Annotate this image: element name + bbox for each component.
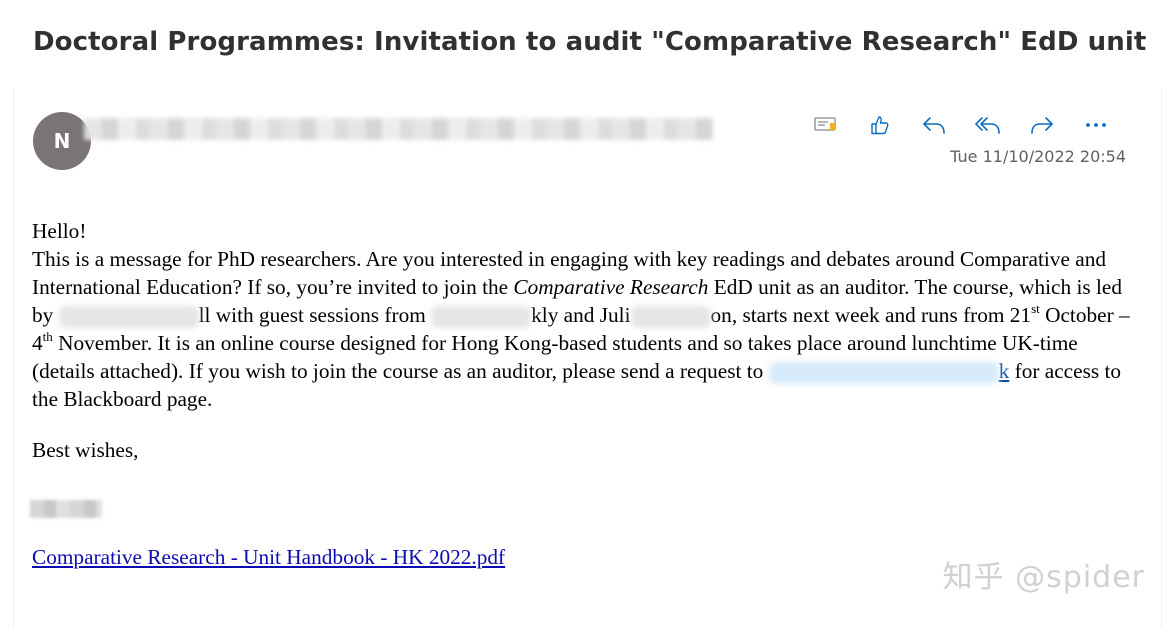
message-timestamp: Tue 11/10/2022 20:54 [950, 147, 1126, 166]
more-options-icon[interactable] [1069, 112, 1123, 138]
sensitivity-label-icon[interactable] [799, 112, 853, 138]
like-icon[interactable] [853, 112, 907, 138]
body-text: ll with guest sessions from [198, 303, 432, 327]
redacted-email-link[interactable] [768, 362, 999, 385]
sender-name-redacted[interactable] [84, 118, 714, 140]
reply-all-icon[interactable] [961, 112, 1015, 138]
email-link[interactable]: k [999, 359, 1010, 383]
ordinal-suffix: th [42, 328, 53, 344]
closing-text: Best wishes, [32, 438, 139, 462]
reply-icon[interactable] [907, 112, 961, 138]
body-text: kly and Juli [531, 303, 631, 327]
email-subject: Doctoral Programmes: Invitation to audit… [33, 27, 1147, 57]
redacted-name [431, 306, 532, 329]
sender-avatar[interactable]: N [33, 112, 91, 170]
body-paragraph: This is a message for PhD researchers. A… [32, 245, 1142, 413]
greeting-text: Hello! [32, 219, 87, 243]
signature-redacted [30, 500, 102, 518]
body-text: on, starts next week and runs from 21 [710, 303, 1032, 327]
ordinal-suffix: st [1031, 300, 1040, 316]
watermark: 知乎 @spider [942, 560, 1145, 595]
message-actions [799, 112, 1123, 138]
redacted-name [58, 306, 199, 329]
attachment-link[interactable]: Comparative Research - Unit Handbook - H… [32, 545, 505, 570]
forward-icon[interactable] [1015, 112, 1069, 138]
redacted-name [630, 306, 711, 329]
message-body: Hello! This is a message for PhD researc… [32, 217, 1142, 464]
course-title: Comparative Research [513, 275, 709, 299]
